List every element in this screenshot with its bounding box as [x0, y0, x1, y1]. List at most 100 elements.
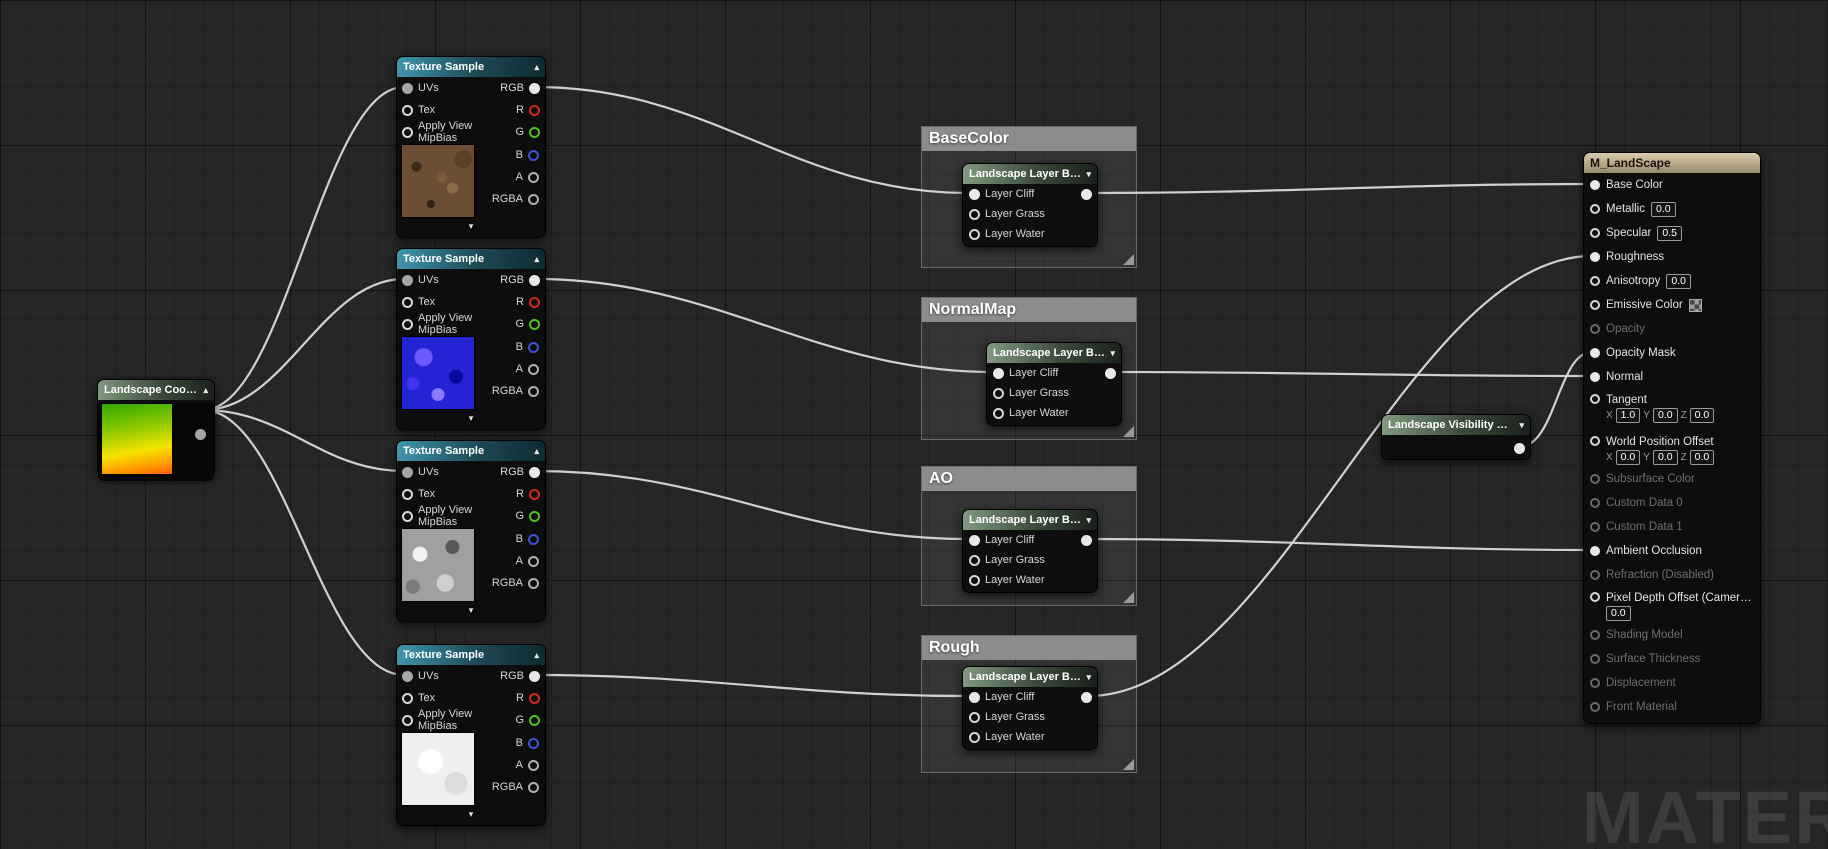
- wpo-x-input[interactable]: 0.0: [1615, 450, 1641, 465]
- comment-basecolor-header[interactable]: BaseColor: [922, 127, 1136, 151]
- resize-handle[interactable]: [1123, 426, 1134, 437]
- layer-grass-input-pin[interactable]: [969, 711, 980, 723]
- layer-cliff-input-pin[interactable]: [969, 691, 980, 703]
- layer-blend-node-rough[interactable]: Landscape Layer Blend ▾ Layer Cliff Laye…: [962, 666, 1098, 750]
- uvs-input-pin[interactable]: [402, 670, 413, 682]
- a-output-pin[interactable]: [528, 759, 539, 771]
- resize-handle[interactable]: [1123, 254, 1134, 265]
- resize-handle[interactable]: [1123, 592, 1134, 603]
- r-output-pin[interactable]: [529, 104, 540, 116]
- texture-sample-header[interactable]: Texture Sample ▴: [397, 57, 545, 77]
- mipbias-input-pin[interactable]: [402, 318, 413, 330]
- wire-blend-to-roughness[interactable]: [1087, 254, 1593, 698]
- comment-normalmap-header[interactable]: NormalMap: [922, 298, 1136, 322]
- wpo-y-input[interactable]: 0.0: [1652, 450, 1678, 465]
- mipbias-input-pin[interactable]: [402, 126, 413, 138]
- pixel-depth-offset-pin[interactable]: [1590, 592, 1600, 602]
- b-output-pin[interactable]: [528, 149, 539, 161]
- wire-coords-to-ts1[interactable]: [202, 85, 405, 412]
- wire-blend-to-normal[interactable]: [1111, 370, 1593, 378]
- layer-water-input-pin[interactable]: [969, 228, 980, 240]
- layer-blend-node-normalmap[interactable]: Landscape Layer Blend ▾ Layer Cliff Laye…: [986, 342, 1122, 426]
- rgba-output-pin[interactable]: [528, 577, 539, 589]
- surface-thickness-pin[interactable]: [1590, 654, 1600, 664]
- a-output-pin[interactable]: [528, 555, 539, 567]
- tex-input-pin[interactable]: [402, 104, 413, 116]
- wire-coords-to-ts2[interactable]: [202, 277, 405, 412]
- wire-ts4-to-rough-blend[interactable]: [535, 673, 969, 698]
- tangent-x-input[interactable]: 1.0: [1615, 408, 1641, 423]
- material-node-header[interactable]: M_LandScape: [1584, 153, 1760, 173]
- rgba-output-pin[interactable]: [528, 781, 539, 793]
- layer-grass-input-pin[interactable]: [993, 387, 1004, 399]
- r-output-pin[interactable]: [529, 296, 540, 308]
- tex-input-pin[interactable]: [402, 488, 413, 500]
- emissive-color-swatch[interactable]: [1688, 298, 1702, 312]
- rgba-output-pin[interactable]: [528, 193, 539, 205]
- front-material-pin[interactable]: [1590, 702, 1600, 712]
- custom-data-1-pin[interactable]: [1590, 522, 1600, 532]
- texture-sample-node-4[interactable]: Texture Sample ▴ UVs RGB Tex R Apply Vie…: [396, 644, 546, 826]
- resize-handle[interactable]: [1123, 759, 1134, 770]
- texture-preview[interactable]: [401, 732, 475, 806]
- collapse-icon[interactable]: ▴: [534, 446, 539, 456]
- dropdown-icon[interactable]: ▾: [1086, 672, 1091, 682]
- normal-pin[interactable]: [1590, 372, 1600, 382]
- ambient-occlusion-pin[interactable]: [1590, 546, 1600, 556]
- dropdown-icon[interactable]: ▾: [1086, 515, 1091, 525]
- layer-blend-header[interactable]: Landscape Layer Blend ▾: [963, 510, 1097, 530]
- g-output-pin[interactable]: [529, 714, 540, 726]
- specular-pin[interactable]: [1590, 228, 1600, 238]
- coords-preview[interactable]: [101, 403, 173, 475]
- dropdown-icon[interactable]: ▾: [1110, 348, 1115, 358]
- texture-sample-node-1[interactable]: Texture Sample ▴ UVs RGB Tex R Apply Vie…: [396, 56, 546, 238]
- b-output-pin[interactable]: [528, 533, 539, 545]
- wire-blend-to-basecolor[interactable]: [1087, 182, 1593, 195]
- texture-sample-header[interactable]: Texture Sample ▴: [397, 249, 545, 269]
- texture-sample-node-2[interactable]: Texture Sample ▴ UVs RGB Tex R Apply Vie…: [396, 248, 546, 430]
- layer-blend-header[interactable]: Landscape Layer Blend ▾: [987, 343, 1121, 363]
- blend-output-pin[interactable]: [1081, 535, 1092, 546]
- tangent-y-input[interactable]: 0.0: [1652, 408, 1678, 423]
- blend-output-pin[interactable]: [1081, 189, 1092, 200]
- wire-coords-to-ts4[interactable]: [202, 408, 405, 677]
- custom-data-0-pin[interactable]: [1590, 498, 1600, 508]
- collapse-icon[interactable]: ▴: [534, 650, 539, 660]
- layer-water-input-pin[interactable]: [969, 731, 980, 743]
- texture-preview[interactable]: [401, 144, 475, 218]
- rgb-output-pin[interactable]: [529, 82, 540, 94]
- rgb-output-pin[interactable]: [529, 466, 540, 478]
- layer-blend-header[interactable]: Landscape Layer Blend ▾: [963, 164, 1097, 184]
- blend-output-pin[interactable]: [1081, 692, 1092, 703]
- rgb-output-pin[interactable]: [529, 670, 540, 682]
- dropdown-icon[interactable]: ▾: [1519, 420, 1524, 430]
- layer-blend-node-ao[interactable]: Landscape Layer Blend ▾ Layer Cliff Laye…: [962, 509, 1098, 593]
- r-output-pin[interactable]: [529, 692, 540, 704]
- g-output-pin[interactable]: [529, 510, 540, 522]
- refraction-pin[interactable]: [1590, 570, 1600, 580]
- wire-ts1-to-basecolor-blend[interactable]: [535, 85, 969, 195]
- metallic-value-input[interactable]: 0.0: [1650, 201, 1676, 217]
- subsurface-color-pin[interactable]: [1590, 474, 1600, 484]
- specular-value-input[interactable]: 0.5: [1657, 225, 1682, 241]
- blend-output-pin[interactable]: [1105, 368, 1116, 379]
- b-output-pin[interactable]: [528, 341, 539, 353]
- layer-cliff-input-pin[interactable]: [993, 367, 1004, 379]
- texture-preview[interactable]: [401, 528, 475, 602]
- shading-model-pin[interactable]: [1590, 630, 1600, 640]
- anisotropy-value-input[interactable]: 0.0: [1666, 273, 1691, 289]
- base-color-pin[interactable]: [1590, 180, 1600, 190]
- layer-cliff-input-pin[interactable]: [969, 534, 980, 546]
- tex-input-pin[interactable]: [402, 692, 413, 704]
- uvs-input-pin[interactable]: [402, 274, 413, 286]
- layer-grass-input-pin[interactable]: [969, 208, 980, 220]
- visibility-mask-header[interactable]: Landscape Visibility Mask ▾: [1382, 415, 1530, 435]
- mipbias-input-pin[interactable]: [402, 510, 413, 522]
- opacity-mask-pin[interactable]: [1590, 348, 1600, 358]
- world-position-offset-pin[interactable]: [1590, 436, 1600, 446]
- tangent-pin[interactable]: [1590, 394, 1600, 404]
- roughness-pin[interactable]: [1590, 252, 1600, 262]
- collapse-icon[interactable]: ▴: [534, 62, 539, 72]
- emissive-color-pin[interactable]: [1590, 300, 1600, 310]
- b-output-pin[interactable]: [528, 737, 539, 749]
